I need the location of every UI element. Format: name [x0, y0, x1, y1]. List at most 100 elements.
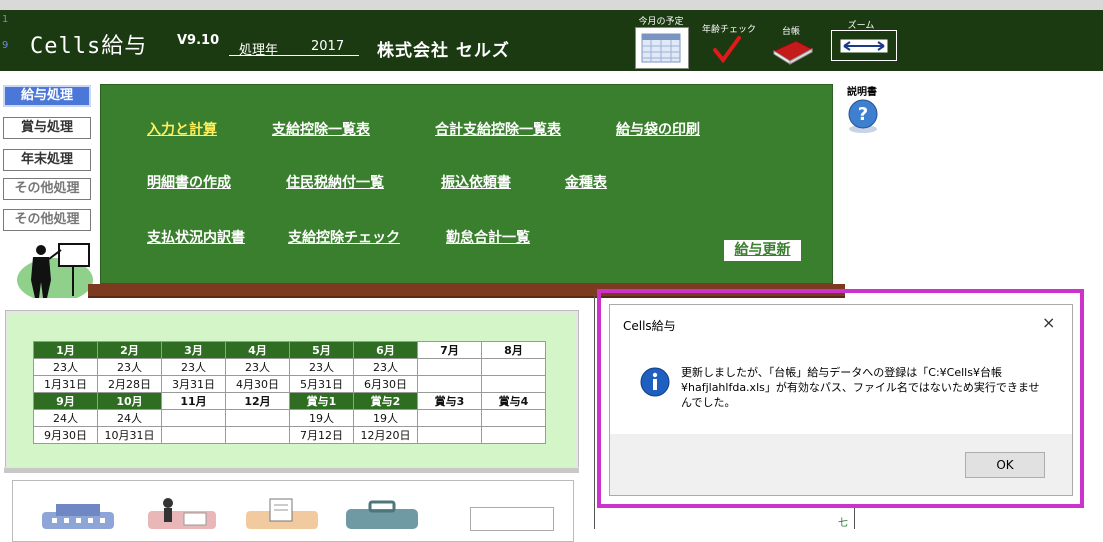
briefcase-icon[interactable]	[344, 499, 420, 529]
count-cell: 23人	[33, 358, 98, 376]
app-title: Cells給与	[30, 34, 148, 59]
month-cell: 賞与4	[481, 392, 546, 410]
help-question-icon[interactable]: ?	[846, 98, 880, 136]
dialog-message: 更新しましたが、「台帳」給与データへの登録は「C:¥Cells¥台帳¥hafjl…	[681, 366, 1040, 409]
employee-icon[interactable]	[144, 497, 220, 529]
sheet-mark: 七	[838, 518, 848, 529]
count-cell: 19人	[289, 409, 354, 427]
month-cell: 賞与2	[353, 392, 418, 410]
count-cell: 23人	[225, 358, 290, 376]
count-cell: 23人	[289, 358, 354, 376]
date-cell	[161, 426, 226, 444]
month-cell: 5月	[289, 341, 354, 359]
app-header: 1 9	[0, 10, 1103, 71]
link-transfer-request[interactable]: 振込依頼書	[441, 172, 511, 192]
presenter-illustration	[15, 240, 95, 302]
headcount-row: 24人 24人 19人 19人	[33, 409, 546, 427]
calendar-icon[interactable]	[635, 27, 689, 69]
age-check-label: 年齢チェック	[701, 25, 756, 35]
date-cell	[481, 375, 546, 393]
count-cell	[417, 358, 482, 376]
manual-label: 説明書	[847, 87, 877, 98]
month-header-row: 1月 2月 3月 4月 5月 6月 7月 8月	[33, 341, 546, 359]
count-cell	[481, 358, 546, 376]
date-cell: 3月31日	[161, 375, 226, 393]
nav-other-processing-2[interactable]: その他処理	[3, 209, 91, 231]
checkmark-icon[interactable]	[712, 36, 742, 64]
link-total-payment-deduction-list[interactable]: 合計支給控除一覧表	[435, 119, 561, 139]
date-cell	[225, 426, 290, 444]
cell-border-line	[594, 295, 595, 529]
dialog-title: Cells給与	[623, 319, 676, 333]
ledger-book-icon[interactable]	[770, 37, 816, 65]
month-header-row: 9月 10月 11月 12月 賞与1 賞与2 賞与3 賞与4	[33, 392, 546, 410]
nav-year-end-processing[interactable]: 年末処理	[3, 149, 91, 171]
date-cell	[481, 426, 546, 444]
count-cell: 19人	[353, 409, 418, 427]
link-print-pay-envelope[interactable]: 給与袋の印刷	[616, 119, 700, 139]
company-name: 株式会社 セルズ	[377, 41, 510, 61]
office-building-icon[interactable]	[38, 498, 118, 529]
count-cell	[161, 409, 226, 427]
month-cell: 8月	[481, 341, 546, 359]
payday-row: 9月30日 10月31日 7月12日 12月20日	[33, 426, 546, 444]
date-cell: 10月31日	[97, 426, 162, 444]
date-cell: 1月31日	[33, 375, 98, 393]
ok-button[interactable]: OK	[965, 452, 1045, 478]
link-input-calc[interactable]: 入力と計算	[147, 119, 217, 139]
link-resident-tax-list[interactable]: 住民税納付一覧	[286, 172, 384, 192]
date-cell: 2月28日	[97, 375, 162, 393]
nav-other-processing[interactable]: その他処理	[3, 178, 91, 200]
calendar-table: 1月 2月 3月 4月 5月 6月 7月 8月 23人 23人 23人 23人 …	[33, 341, 546, 444]
month-cell: 3月	[161, 341, 226, 359]
month-cell: 1月	[33, 341, 98, 359]
row-number: 9	[2, 40, 9, 51]
count-cell: 24人	[33, 409, 98, 427]
count-cell: 23人	[161, 358, 226, 376]
count-cell	[417, 409, 482, 427]
date-cell: 6月30日	[353, 375, 418, 393]
info-icon	[640, 367, 670, 397]
document-icon[interactable]	[244, 497, 320, 529]
month-cell: 12月	[225, 392, 290, 410]
salary-update-button[interactable]: 給与更新	[724, 240, 801, 261]
row-number: 1	[2, 14, 9, 25]
month-cell: 4月	[225, 341, 290, 359]
month-cell: 7月	[417, 341, 482, 359]
count-cell	[225, 409, 290, 427]
year-label: 処理年	[239, 43, 279, 58]
date-cell: 12月20日	[353, 426, 418, 444]
count-cell	[481, 409, 546, 427]
date-cell: 5月31日	[289, 375, 354, 393]
link-payment-deduction-check[interactable]: 支給控除チェック	[288, 227, 400, 247]
month-cell: 賞与3	[417, 392, 482, 410]
month-cell: 6月	[353, 341, 418, 359]
link-payment-breakdown[interactable]: 支払状況内訳書	[147, 227, 245, 247]
year-value: 2017	[311, 39, 345, 54]
blank-button[interactable]	[470, 507, 554, 531]
month-cell: 10月	[97, 392, 162, 410]
date-cell: 4月30日	[225, 375, 290, 393]
month-cell: 2月	[97, 341, 162, 359]
nav-bonus-processing[interactable]: 賞与処理	[3, 117, 91, 139]
schedule-label: 今月の予定	[638, 17, 684, 27]
processing-year: 処理年 2017	[229, 37, 359, 58]
date-cell	[417, 375, 482, 393]
section-divider	[4, 467, 579, 473]
message-dialog: Cells給与 × 更新しましたが、「台帳」給与データへの登録は「C:¥Cell…	[609, 304, 1073, 496]
headcount-row: 23人 23人 23人 23人 23人 23人	[33, 358, 546, 376]
close-icon[interactable]: ×	[1042, 313, 1055, 332]
link-denomination-table[interactable]: 金種表	[565, 172, 607, 192]
date-cell: 7月12日	[289, 426, 354, 444]
zoom-arrows-icon[interactable]	[831, 30, 897, 61]
count-cell: 24人	[97, 409, 162, 427]
month-cell: 賞与1	[289, 392, 354, 410]
nav-salary-processing[interactable]: 給与処理	[3, 85, 91, 107]
link-create-statement[interactable]: 明細書の作成	[147, 172, 231, 192]
svg-text:?: ?	[858, 104, 868, 125]
version-label: V9.10	[177, 33, 220, 48]
cell-border-line	[854, 508, 855, 529]
month-cell: 9月	[33, 392, 98, 410]
link-payment-deduction-list[interactable]: 支給控除一覧表	[272, 119, 370, 139]
link-attendance-total-list[interactable]: 勤怠合計一覧	[446, 227, 530, 247]
